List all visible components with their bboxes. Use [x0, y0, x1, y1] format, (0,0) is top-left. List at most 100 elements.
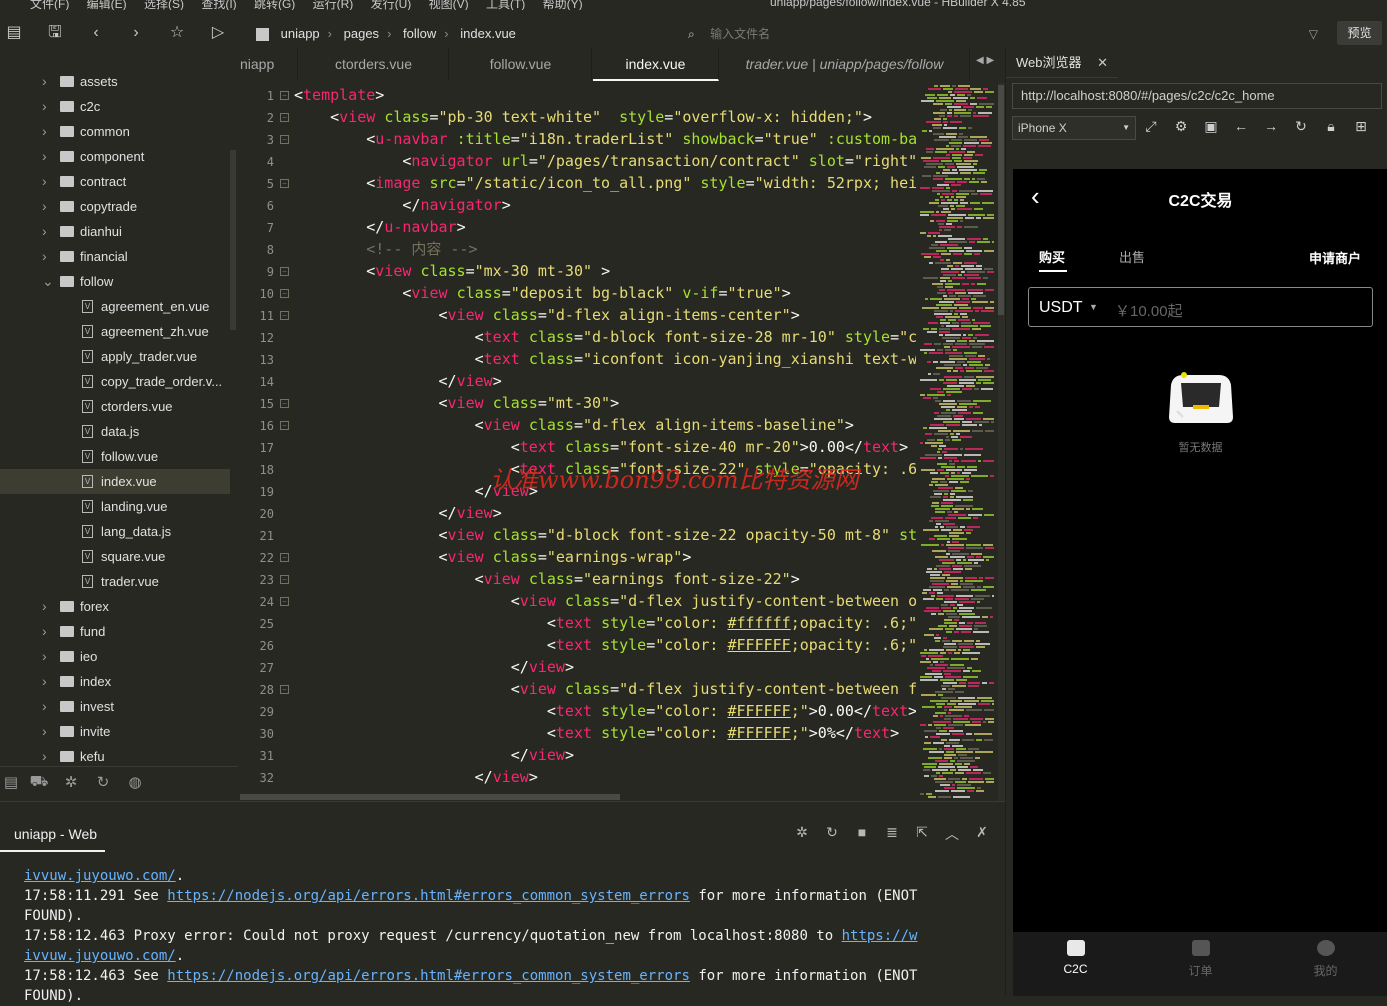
sidebar-folder[interactable]: › component	[0, 144, 230, 169]
console-link[interactable]: ivvuw.juyouwo.com/	[24, 868, 176, 884]
breadcrumb-item[interactable]: pages	[344, 26, 379, 41]
globe-icon[interactable]: ◍	[124, 773, 146, 793]
tab-buy[interactable]: 购买	[1039, 247, 1065, 266]
sidebar-file[interactable]: Vcopy_trade_order.v...	[0, 369, 230, 394]
chevron-right-icon[interactable]: ›	[42, 669, 47, 694]
sidebar-folder[interactable]: › contract	[0, 169, 230, 194]
restart-icon[interactable]: ↻	[822, 824, 842, 844]
amount-input-box[interactable]: USDT ▼ ￥10.00起	[1028, 287, 1373, 327]
minimap[interactable]	[916, 83, 998, 801]
tab-index[interactable]: index.vue	[593, 48, 719, 81]
tabbar-item-c2c[interactable]: C2C	[1013, 932, 1138, 996]
console-link[interactable]: https://nodejs.org/api/errors.html#error…	[167, 968, 690, 984]
chevron-down-icon[interactable]: ⌄	[42, 269, 54, 294]
chevron-right-icon[interactable]: ›	[42, 719, 47, 744]
fold-toggle-icon[interactable]: −	[280, 685, 289, 694]
sidebar-file[interactable]: Vapply_trader.vue	[0, 344, 230, 369]
sidebar-folder[interactable]: ⌄ follow	[0, 269, 230, 294]
breadcrumb-item[interactable]: uniapp	[281, 26, 320, 41]
search-input[interactable]: 输入文件名	[710, 27, 770, 41]
menu-bar[interactable]: 文件(F) 编辑(E) 选择(S) 查找(I) 跳转(G) 运行(R) 发行(U…	[30, 0, 583, 10]
chevron-right-icon[interactable]: ›	[42, 644, 47, 669]
chevron-right-icon[interactable]: ›	[42, 69, 47, 94]
sidebar-file[interactable]: Vlanding.vue	[0, 494, 230, 519]
tab-niapp[interactable]: niapp	[238, 48, 298, 81]
tab-ctorders[interactable]: ctorders.vue	[299, 48, 449, 81]
fold-toggle-icon[interactable]: −	[280, 135, 289, 144]
sidebar-folder[interactable]: › invite	[0, 719, 230, 744]
chevron-right-icon[interactable]: ›	[42, 744, 47, 766]
tabbar-item-mine[interactable]: 我的	[1263, 932, 1387, 996]
fold-toggle-icon[interactable]: −	[280, 597, 289, 606]
back-arrow-icon[interactable]: ←	[1230, 118, 1252, 138]
close-icon[interactable]: ✕	[1097, 55, 1108, 70]
sidebar-folder[interactable]: › kefu	[0, 744, 230, 766]
fold-toggle-icon[interactable]: −	[280, 113, 289, 122]
star-icon[interactable]: ☆	[166, 22, 188, 44]
back-icon[interactable]: ‹	[85, 22, 107, 44]
run-icon[interactable]: ▷	[207, 22, 229, 44]
chevron-right-icon[interactable]: ›	[42, 144, 47, 169]
car-icon[interactable]: ⛟	[28, 773, 50, 793]
device-select[interactable]: iPhone X ▼	[1012, 116, 1136, 140]
fold-toggle-icon[interactable]: −	[280, 421, 289, 430]
preview-button[interactable]: 预览	[1337, 21, 1382, 45]
file-search[interactable]: ⌕ 输入文件名 ▽	[688, 22, 1328, 46]
sidebar-file[interactable]: Vlang_data.js	[0, 519, 230, 544]
clear-console-icon[interactable]: ✗	[972, 824, 992, 844]
sidebar-file[interactable]: Vagreement_zh.vue	[0, 319, 230, 344]
fold-toggle-icon[interactable]: −	[280, 179, 289, 188]
amount-input[interactable]: ￥10.00起	[1115, 300, 1183, 321]
chevron-right-icon[interactable]: ›	[42, 219, 47, 244]
filter-icon[interactable]: ▽	[1309, 22, 1318, 46]
fold-toggle-icon[interactable]: −	[280, 267, 289, 276]
chevron-right-icon[interactable]: ›	[42, 119, 47, 144]
console-link[interactable]: https://nodejs.org/api/errors.html#error…	[167, 888, 690, 904]
refresh-icon[interactable]: ↻	[92, 773, 114, 793]
sidebar-file[interactable]: Vdata.js	[0, 419, 230, 444]
url-input[interactable]: http://localhost:8080/#/pages/c2c/c2c_ho…	[1012, 83, 1382, 109]
sidebar-file[interactable]: Vindex.vue	[0, 469, 230, 494]
filter-log-icon[interactable]: ≣	[882, 824, 902, 844]
project-icon[interactable]: ▤	[0, 773, 22, 793]
sidebar-toggle-icon[interactable]: ▤	[3, 22, 25, 44]
sidebar-folder[interactable]: › ieo	[0, 644, 230, 669]
rotate-icon[interactable]: ⤢	[1140, 118, 1162, 138]
reload-icon[interactable]: ↻	[1290, 118, 1312, 138]
tabbar-item-orders[interactable]: 订单	[1138, 932, 1263, 996]
coin-select[interactable]: USDT	[1039, 299, 1083, 317]
open-external-icon[interactable]: ⇱	[912, 824, 932, 844]
tab-web-browser[interactable]: Web浏览器 ✕	[1006, 48, 1118, 78]
sidebar-folder[interactable]: › common	[0, 119, 230, 144]
debug-icon[interactable]: ✲	[792, 824, 812, 844]
fold-toggle-icon[interactable]: −	[280, 91, 289, 100]
fold-toggle-icon[interactable]: −	[280, 289, 289, 298]
console-link[interactable]: https://w	[842, 928, 918, 944]
sidebar-folder[interactable]: › invest	[0, 694, 230, 719]
sidebar-folder[interactable]: › assets	[0, 69, 230, 94]
fold-toggle-icon[interactable]: −	[280, 311, 289, 320]
chevron-right-icon[interactable]: ›	[42, 94, 47, 119]
sidebar-folder[interactable]: › fund	[0, 619, 230, 644]
sidebar-folder[interactable]: › dianhui	[0, 219, 230, 244]
chevron-right-icon[interactable]: ›	[42, 619, 47, 644]
sidebar-file[interactable]: Vfollow.vue	[0, 444, 230, 469]
chevron-right-icon[interactable]: ›	[42, 244, 47, 269]
fold-toggle-icon[interactable]: −	[280, 399, 289, 408]
editor-horizontal-scroll-thumb[interactable]	[240, 794, 620, 800]
breadcrumb-item[interactable]: follow	[403, 26, 436, 41]
grid-icon[interactable]: ⊞	[1350, 118, 1372, 138]
sidebar-file[interactable]: Vsquare.vue	[0, 544, 230, 569]
chevron-right-icon[interactable]: ›	[42, 694, 47, 719]
collapse-up-icon[interactable]: ︿	[942, 824, 962, 844]
sidebar-file[interactable]: Vctorders.vue	[0, 394, 230, 419]
console-link[interactable]: ivvuw.juyouwo.com/	[24, 948, 176, 964]
tab-sell[interactable]: 出售	[1119, 247, 1145, 266]
forward-icon[interactable]: ›	[125, 22, 147, 44]
forward-arrow-icon[interactable]: →	[1260, 118, 1282, 138]
chevron-right-icon[interactable]: ›	[42, 169, 47, 194]
breadcrumb-item[interactable]: index.vue	[460, 26, 516, 41]
sidebar-folder[interactable]: › forex	[0, 594, 230, 619]
save-icon[interactable]: 🖫	[44, 22, 66, 44]
stop-icon[interactable]: ■	[852, 824, 872, 844]
